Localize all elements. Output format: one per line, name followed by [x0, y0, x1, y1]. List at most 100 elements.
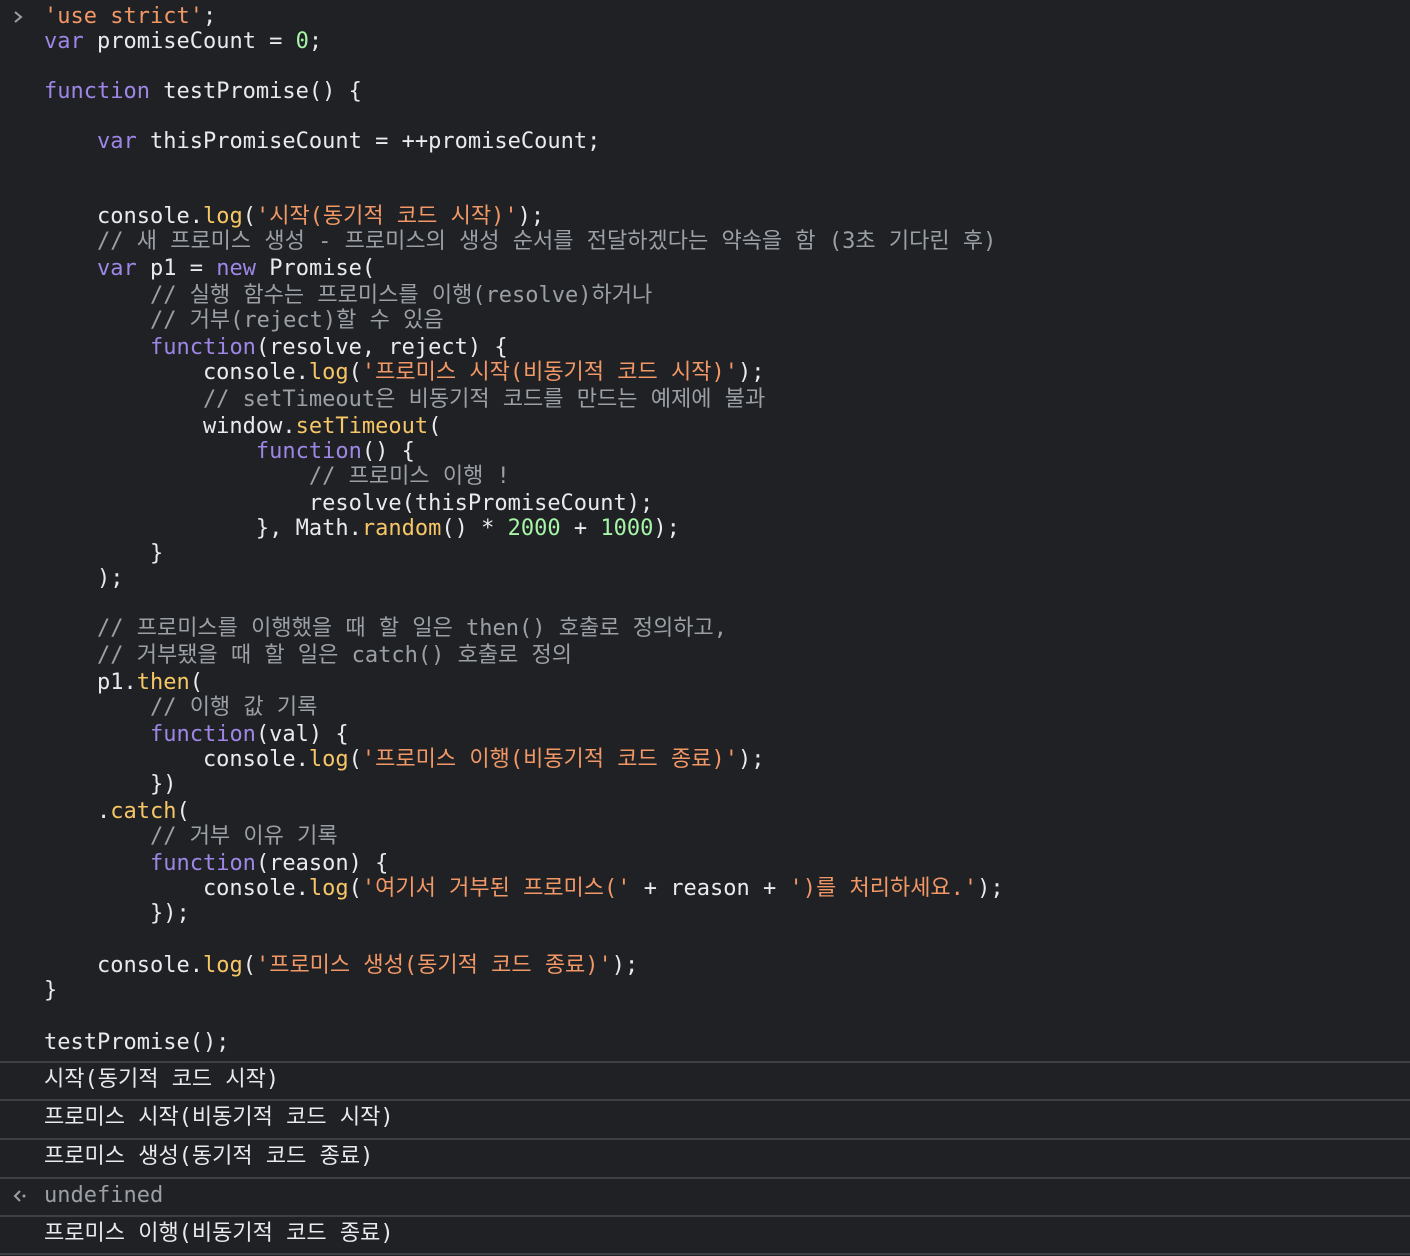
code-token: (: [176, 799, 190, 824]
code-token: console.: [44, 360, 309, 385]
code-token: );: [737, 747, 765, 772]
code-token: catch: [110, 799, 177, 824]
code-token: then: [136, 670, 190, 695]
console-log-output: 프로미스 생성(동기적 코드 종료): [44, 1144, 374, 1169]
code-token: (: [348, 360, 362, 385]
code-token: function: [149, 851, 256, 876]
code-line: // 거부됐을 때 할 일은 catch() 호출로 정의: [44, 643, 572, 669]
chevron-right-icon: [14, 11, 23, 23]
code-token: }: [44, 541, 164, 566]
code-token: p1 =: [136, 256, 217, 281]
console-input-entry[interactable]: 'use strict'; var promiseCount = 0; functi…: [0, 0, 1410, 1060]
code-token: random: [361, 516, 442, 541]
code-token: console.: [44, 747, 309, 772]
code-line: 'use strict';: [44, 4, 216, 30]
code-line: function() {: [44, 439, 415, 465]
code-token: );: [44, 566, 124, 591]
code-token: (: [428, 414, 442, 439]
console-log-output: 프로미스 시작(비동기적 코드 시작): [44, 1105, 394, 1130]
code-token: 'use strict': [44, 4, 203, 29]
code-token: log: [202, 953, 243, 978]
code-token: log: [308, 747, 349, 772]
code-line: // 실행 함수는 프로미스를 이행(resolve)하거나: [44, 283, 652, 309]
code-line: // 프로미스 이행 !: [44, 464, 510, 490]
code-token: // 새 프로미스 생성 - 프로미스의 생성 순서를 전달하겠다는 약속을 함…: [44, 229, 997, 254]
code-token: );: [517, 204, 545, 229]
code-token: testPromise() {: [149, 79, 362, 104]
code-line: console.log('시작(동기적 코드 시작)');: [44, 204, 544, 230]
divider: [0, 1099, 1410, 1101]
code-line: console.log('프로미스 생성(동기적 코드 종료)');: [44, 953, 638, 979]
code-token: ;: [308, 29, 323, 54]
code-token: new: [216, 256, 256, 281]
code-token: function: [149, 335, 256, 360]
code-token: .: [44, 799, 111, 824]
code-token: thisPromiseCount = ++promiseCount;: [136, 129, 601, 154]
code-line: function(reason) {: [44, 851, 388, 877]
divider: [0, 1253, 1410, 1255]
code-token: setTimeout: [295, 414, 429, 439]
code-token: console.: [44, 953, 203, 978]
code-token: resolve(thisPromiseCount);: [44, 491, 654, 516]
divider: [0, 1061, 1410, 1063]
code-token: });: [44, 901, 190, 926]
code-token: }, Math.: [44, 516, 362, 541]
code-line: }: [44, 978, 57, 1004]
code-token: // 거부(reject)할 수 있음: [44, 308, 444, 333]
code-token: log: [202, 204, 243, 229]
code-line: function testPromise() {: [44, 79, 362, 105]
code-line: // 이행 값 기록: [44, 695, 317, 721]
code-line: // 거부 이유 기록: [44, 824, 338, 850]
code-token: p1.: [44, 670, 137, 695]
code-token: 2000: [507, 516, 561, 541]
code-token: (resolve, reject) {: [255, 335, 508, 360]
code-line: }): [44, 772, 177, 798]
divider: [0, 1177, 1410, 1179]
code-token: () {: [361, 439, 415, 464]
code-token: function: [255, 439, 362, 464]
code-line: // setTimeout은 비동기적 코드를 만드는 예제에 불과: [44, 387, 765, 413]
code-token: function: [149, 722, 256, 747]
code-token: // setTimeout은 비동기적 코드를 만드는 예제에 불과: [44, 387, 766, 412]
code-token: );: [611, 953, 639, 978]
code-token: );: [977, 876, 1004, 901]
code-line: );: [44, 566, 124, 592]
code-line: });: [44, 901, 190, 927]
code-token: console.: [44, 204, 203, 229]
code-token: }): [44, 772, 177, 797]
code-token: }: [44, 978, 58, 1003]
code-token: // 거부됐을 때 할 일은 catch() 호출로 정의: [44, 643, 573, 668]
code-token: var: [96, 129, 137, 154]
code-token: function: [44, 79, 150, 104]
code-token: Promise(: [255, 256, 376, 281]
code-token: '시작(동기적 코드 시작)': [255, 204, 518, 229]
devtools-console: 'use strict'; var promiseCount = 0; functi…: [0, 0, 1410, 1256]
return-arrow-icon: [13, 1190, 26, 1202]
code-token: '프로미스 시작(비동기적 코드 시작)': [361, 360, 738, 385]
console-log-output: 프로미스 이행(비동기적 코드 종료): [44, 1221, 394, 1246]
code-token: // 거부 이유 기록: [44, 824, 338, 849]
code-line: // 새 프로미스 생성 - 프로미스의 생성 순서를 전달하겠다는 약속을 함…: [44, 229, 996, 255]
code-token: () *: [441, 516, 508, 541]
code-token: // 프로미스 이행 !: [44, 464, 510, 489]
code-token: (val) {: [255, 722, 349, 747]
code-line: function(resolve, reject) {: [44, 335, 508, 361]
code-token: // 이행 값 기록: [44, 695, 318, 720]
code-token: (: [242, 204, 256, 229]
code-line: window.setTimeout(: [44, 414, 441, 440]
code-line: function(val) {: [44, 722, 349, 748]
code-line: var thisPromiseCount = ++promiseCount;: [44, 129, 600, 155]
code-line: var p1 = new Promise(: [44, 256, 375, 282]
code-token: (: [189, 670, 203, 695]
code-token: ')를 처리하세요.': [789, 876, 978, 901]
code-token: '프로미스 이행(비동기적 코드 종료)': [361, 747, 738, 772]
code-line: console.log('여기서 거부된 프로미스(' + reason + '…: [44, 876, 1004, 902]
code-token: // 실행 함수는 프로미스를 이행(resolve)하거나: [44, 283, 653, 308]
code-token: ;: [202, 4, 217, 29]
code-line: // 프로미스를 이행했을 때 할 일은 then() 호출로 정의하고,: [44, 616, 727, 642]
